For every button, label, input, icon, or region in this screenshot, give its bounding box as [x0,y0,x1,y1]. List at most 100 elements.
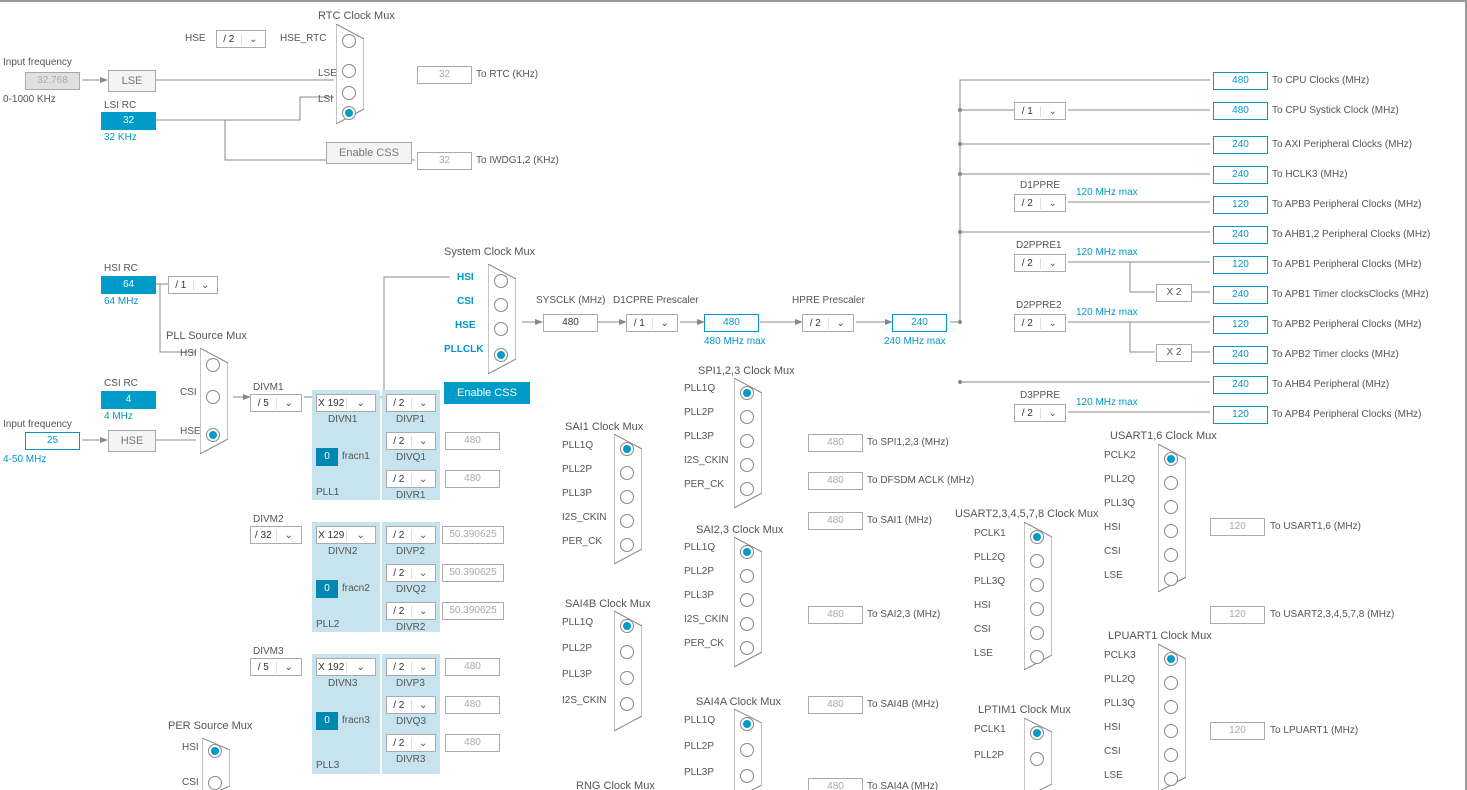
d3ppre[interactable]: / 2⌄ [1014,404,1066,422]
rtc-mux[interactable] [336,24,364,124]
usart234-mux[interactable] [1024,522,1052,670]
per-src-csi[interactable] [208,776,222,790]
mux-in-label: I2S_CKIN [562,512,606,523]
per-src-mux[interactable] [202,738,230,790]
sys-mux-csi[interactable] [494,298,508,312]
pll-src-title: PLL Source Mux [166,330,247,342]
d1cpre-label: D1CPRE Prescaler [613,295,699,306]
pll-src-hsi[interactable] [206,358,220,372]
pll1-n-lbl: DIVN1 [328,414,357,425]
hse-osc-button[interactable]: HSE [108,430,156,452]
usart234-out: 120 [1210,606,1265,624]
d3ppre-label: D3PPRE [1020,390,1060,401]
divm1[interactable]: / 5⌄ [250,394,302,412]
pll1-r[interactable]: / 2⌄ [386,470,436,488]
pll-src-mux[interactable] [200,348,228,454]
mux-in-label: PER_CK [684,638,724,649]
rng-mux-title: RNG Clock Mux [576,780,655,790]
output-label-11: To APB4 Peripheral Clocks (MHz) [1272,409,1422,420]
iwdg-value: 32 [417,152,472,170]
input-freq-value[interactable]: 32.768 [25,72,80,90]
mux-in-label: I2S_CKIN [684,614,728,625]
sys-mux-hsi[interactable] [494,274,508,288]
rtc-mux-title: RTC Clock Mux [318,10,395,22]
input-freq-range: 0-1000 KHz [3,94,56,105]
spi-out1: 480 [808,434,863,452]
mux-in-label: CSI [1104,746,1121,757]
enable-css-button[interactable]: Enable CSS [326,142,412,164]
rtc-out-value: 32 [417,66,472,84]
pll2-frac[interactable]: 0 [316,580,338,598]
pll2-q-lbl: DIVQ2 [396,584,426,595]
spi-mux[interactable] [734,378,762,508]
pll-src-csi[interactable] [206,390,220,404]
mux-in-label: PLL1Q [684,383,715,394]
pll-hsi-label: HSI [180,348,197,359]
pll3-q[interactable]: / 2⌄ [386,696,436,714]
hpre[interactable]: / 2⌄ [802,314,854,332]
output-label-4: To APB3 Peripheral Clocks (MHz) [1272,199,1422,210]
pll-src-hse[interactable] [206,428,220,442]
pll3-frac[interactable]: 0 [316,712,338,730]
usart234-out-lbl: To USART2,3,4,5,7,8 (MHz) [1270,609,1394,620]
d1cpre[interactable]: / 1⌄ [626,314,678,332]
per-src-hsi[interactable] [208,744,222,758]
pll1-n[interactable]: X 192⌄ [316,394,376,412]
mux-in-label: PLL2Q [1104,674,1135,685]
pll1-q[interactable]: / 2⌄ [386,432,436,450]
d1ppre[interactable]: / 2⌄ [1014,194,1066,212]
mux-in-label: PLL3Q [974,576,1005,587]
sys-csi: CSI [457,296,474,307]
sys-mux-hse[interactable] [494,322,508,336]
pll3-n[interactable]: X 192⌄ [316,658,376,676]
mux-in-label: HSI [1104,522,1121,533]
pll2-n[interactable]: X 129⌄ [316,526,376,544]
pll3-r[interactable]: / 2⌄ [386,734,436,752]
lse-osc-button[interactable]: LSE [108,70,156,92]
pll-hse-label: HSE [180,426,201,437]
rtc-mux-lse[interactable] [342,64,356,78]
output-label-1: To CPU Systick Clock (MHz) [1272,105,1399,116]
x2-apb2: X 2 [1156,344,1192,362]
hse-freq-value[interactable]: 25 [25,432,80,450]
mux-in-label: PLL3P [684,431,714,442]
d2ppre2[interactable]: / 2⌄ [1014,314,1066,332]
usart16-out-lbl: To USART1,6 (MHz) [1270,521,1361,532]
rtc-mux-lsi[interactable] [342,86,356,100]
sai1-mux[interactable] [614,434,642,564]
pll3-frac-lbl: fracn3 [342,715,370,726]
sys-mux-pllclk[interactable] [494,348,508,362]
rtc-mux-none[interactable] [342,106,356,120]
mux-in-label: LSE [1104,570,1123,581]
pll1-r-out: 480 [445,470,500,488]
divm3[interactable]: / 5⌄ [250,658,302,676]
enable-css2-button[interactable]: Enable CSS [444,382,530,404]
pll1-frac[interactable]: 0 [316,448,338,466]
hsi-div[interactable]: / 1⌄ [168,276,218,294]
pll1-p[interactable]: / 2⌄ [386,394,436,412]
usart16-mux[interactable] [1158,444,1186,592]
sys-mux-title: System Clock Mux [444,246,535,258]
pll2-p[interactable]: / 2⌄ [386,526,436,544]
lsi-rc-note: 32 KHz [104,132,137,143]
pll2-q[interactable]: / 2⌄ [386,564,436,582]
sys-mux[interactable] [488,264,516,374]
pll3-p[interactable]: / 2⌄ [386,658,436,676]
sai4a-mux[interactable] [734,709,762,790]
pll2-r[interactable]: / 2⌄ [386,602,436,620]
cpu-div[interactable]: / 1⌄ [1014,102,1066,120]
hpre-label: HPRE Prescaler [792,295,865,306]
sai23-mux[interactable] [734,537,762,667]
lpuart1-mux[interactable] [1158,644,1186,790]
sai4a-out-lbl: To SAI4A (MHz) [867,781,938,790]
d2ppre1[interactable]: / 2⌄ [1014,254,1066,272]
d2ppre2-note: 120 MHz max [1076,307,1138,318]
divm2[interactable]: / 32⌄ [250,526,302,544]
pll1-q-out: 480 [445,432,500,450]
mux-in-label: PLL3P [684,767,714,778]
lptim1-mux[interactable] [1024,718,1052,790]
rtc-mux-hse[interactable] [342,34,356,48]
rtc-hse-div[interactable]: / 2⌄ [216,30,266,48]
mux-in-label: PLL2Q [974,552,1005,563]
sai4b-mux[interactable] [614,611,642,731]
